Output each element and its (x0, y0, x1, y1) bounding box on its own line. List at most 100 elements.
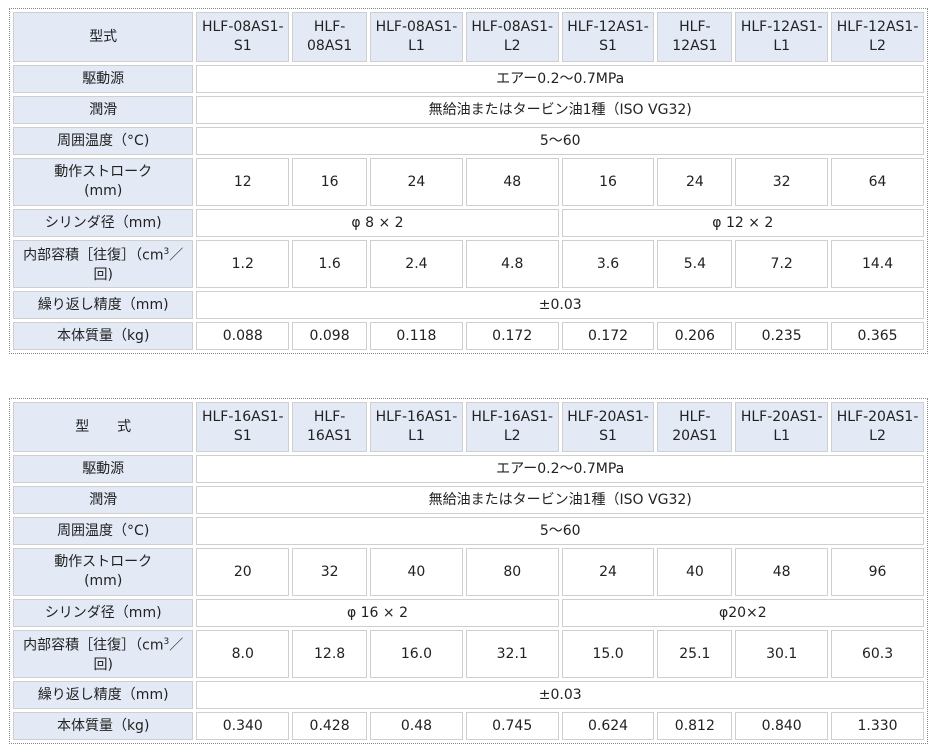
drive-label: 駆動源 (13, 65, 194, 93)
temp-row: 周囲温度（°C) 5～60 (13, 517, 924, 545)
mass-label: 本体質量（kg) (13, 712, 194, 740)
repeat-label: 繰り返し精度（mm) (13, 291, 194, 319)
model-label: 型 式 (13, 402, 194, 452)
stroke-value: 16 (561, 158, 655, 206)
stroke-value: 48 (735, 548, 829, 596)
mass-value: 0.812 (657, 712, 733, 740)
mass-value: 0.428 (292, 712, 368, 740)
mass-label: 本体質量（kg) (13, 322, 194, 350)
drive-value: エアー0.2～0.7MPa (196, 455, 924, 483)
stroke-label: 動作ストローク (mm) (13, 548, 194, 596)
model-cell: HLF-12AS1- L2 (831, 12, 924, 62)
stroke-row: 動作ストローク (mm) 12 16 24 48 16 24 32 64 (13, 158, 924, 206)
volume-value: 15.0 (561, 630, 655, 678)
volume-value: 25.1 (657, 630, 733, 678)
model-cell: HLF-20AS1- S1 (561, 402, 655, 452)
bore-value: φ 12 × 2 (561, 209, 924, 237)
stroke-value: 64 (831, 158, 924, 206)
model-cell: HLF-08AS1- S1 (196, 12, 290, 62)
volume-value: 14.4 (831, 240, 924, 288)
stroke-value: 32 (735, 158, 829, 206)
model-cell: HLF- 16AS1 (292, 402, 368, 452)
bore-label: シリンダ径（mm) (13, 599, 194, 627)
mass-value: 0.365 (831, 322, 924, 350)
stroke-value: 24 (657, 158, 733, 206)
spec-table-08-12: 型式 HLF-08AS1- S1 HLF- 08AS1 HLF-08AS1- L… (9, 8, 928, 354)
repeat-row: 繰り返し精度（mm) ±0.03 (13, 681, 924, 709)
lube-label: 潤滑 (13, 486, 194, 514)
mass-value: 0.840 (735, 712, 829, 740)
stroke-value: 12 (196, 158, 290, 206)
mass-value: 1.330 (831, 712, 924, 740)
volume-value: 5.4 (657, 240, 733, 288)
mass-value: 0.235 (735, 322, 829, 350)
bore-value: φ 16 × 2 (196, 599, 559, 627)
lube-row: 潤滑 無給油またはタービン油1種（ISO VG32) (13, 486, 924, 514)
model-cell: HLF-16AS1- L1 (370, 402, 463, 452)
mass-value: 0.088 (196, 322, 290, 350)
model-cell: HLF-16AS1- S1 (196, 402, 290, 452)
stroke-value: 40 (370, 548, 463, 596)
volume-value: 8.0 (196, 630, 290, 678)
volume-label: 内部容積［往復］（cm3／ 回) (13, 630, 194, 678)
stroke-label: 動作ストローク (mm) (13, 158, 194, 206)
volume-value: 7.2 (735, 240, 829, 288)
volume-value: 1.6 (292, 240, 368, 288)
drive-value: エアー0.2～0.7MPa (196, 65, 924, 93)
temp-row: 周囲温度（°C) 5～60 (13, 127, 924, 155)
lube-value: 無給油またはタービン油1種（ISO VG32) (196, 96, 924, 124)
volume-label-text: 内部容積［往復］（cm (23, 247, 164, 264)
stroke-value: 40 (657, 548, 733, 596)
bore-value: φ20×2 (561, 599, 924, 627)
mass-value: 0.172 (561, 322, 655, 350)
repeat-value: ±0.03 (196, 291, 924, 319)
model-row: 型 式 HLF-16AS1- S1 HLF- 16AS1 HLF-16AS1- … (13, 402, 924, 452)
volume-value: 1.2 (196, 240, 290, 288)
repeat-value: ±0.03 (196, 681, 924, 709)
temp-value: 5～60 (196, 127, 924, 155)
bore-label: シリンダ径（mm) (13, 209, 194, 237)
stroke-value: 20 (196, 548, 290, 596)
temp-label: 周囲温度（°C) (13, 127, 194, 155)
model-cell: HLF-20AS1- L1 (735, 402, 829, 452)
volume-value: 60.3 (831, 630, 924, 678)
model-cell: HLF-12AS1- L1 (735, 12, 829, 62)
mass-value: 0.48 (370, 712, 463, 740)
model-cell: HLF-16AS1- L2 (465, 402, 559, 452)
model-cell: HLF- 12AS1 (657, 12, 733, 62)
temp-value: 5～60 (196, 517, 924, 545)
lube-row: 潤滑 無給油またはタービン油1種（ISO VG32) (13, 96, 924, 124)
volume-value: 12.8 (292, 630, 368, 678)
volume-value: 2.4 (370, 240, 463, 288)
mass-value: 0.098 (292, 322, 368, 350)
mass-value: 0.624 (561, 712, 655, 740)
mass-value: 0.745 (465, 712, 559, 740)
volume-value: 4.8 (465, 240, 559, 288)
volume-label-text: 内部容積［往復］（cm (23, 637, 164, 654)
lube-value: 無給油またはタービン油1種（ISO VG32) (196, 486, 924, 514)
bore-row: シリンダ径（mm) φ 8 × 2 φ 12 × 2 (13, 209, 924, 237)
stroke-value: 96 (831, 548, 924, 596)
mass-value: 0.118 (370, 322, 463, 350)
mass-value: 0.206 (657, 322, 733, 350)
model-cell: HLF- 20AS1 (657, 402, 733, 452)
stroke-value: 48 (465, 158, 559, 206)
lube-label: 潤滑 (13, 96, 194, 124)
volume-value: 30.1 (735, 630, 829, 678)
model-cell: HLF-20AS1- L2 (831, 402, 924, 452)
drive-label: 駆動源 (13, 455, 194, 483)
model-label: 型式 (13, 12, 194, 62)
bore-value: φ 8 × 2 (196, 209, 559, 237)
repeat-row: 繰り返し精度（mm) ±0.03 (13, 291, 924, 319)
mass-row: 本体質量（kg) 0.340 0.428 0.48 0.745 0.624 0.… (13, 712, 924, 740)
volume-value: 32.1 (465, 630, 559, 678)
volume-value: 16.0 (370, 630, 463, 678)
stroke-value: 80 (465, 548, 559, 596)
volume-label: 内部容積［往復］（cm3／ 回) (13, 240, 194, 288)
stroke-value: 24 (561, 548, 655, 596)
model-cell: HLF-08AS1- L2 (465, 12, 559, 62)
spec-table-16-20: 型 式 HLF-16AS1- S1 HLF- 16AS1 HLF-16AS1- … (9, 398, 928, 744)
stroke-value: 32 (292, 548, 368, 596)
temp-label: 周囲温度（°C) (13, 517, 194, 545)
model-row: 型式 HLF-08AS1- S1 HLF- 08AS1 HLF-08AS1- L… (13, 12, 924, 62)
